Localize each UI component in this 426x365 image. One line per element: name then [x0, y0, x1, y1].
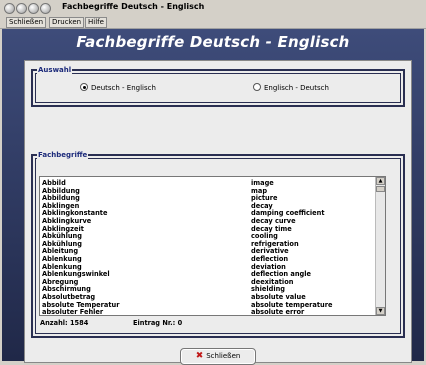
fachbegriffe-label: Fachbegriffe	[37, 151, 89, 160]
radio-englisch-deutsch[interactable]: Englisch - Deutsch	[253, 83, 329, 93]
entry-label: Eintrag Nr.: 0	[133, 319, 183, 327]
scroll-up-icon[interactable]: ▲	[376, 177, 385, 185]
window-menu-button[interactable]	[40, 3, 51, 14]
close-x-icon: ✖	[195, 351, 204, 361]
auswahl-group: Auswahl Deutsch - Englisch Englisch - De…	[31, 66, 405, 107]
content-panel: Auswahl Deutsch - Englisch Englisch - De…	[24, 60, 412, 365]
menu-hilfe[interactable]: Hilfe	[85, 17, 107, 28]
list-item[interactable]: absoluter Fehler absolute error	[40, 308, 376, 316]
scroll-thumb[interactable]	[376, 186, 385, 192]
list-scrollbar[interactable]: ▲ ▼	[375, 177, 385, 315]
window-maximize-button[interactable]	[28, 3, 39, 14]
radio-selected-icon	[80, 83, 88, 91]
radio-label: Englisch - Deutsch	[264, 84, 329, 92]
menu-bar: Schließen Drucken Hilfe	[0, 16, 426, 29]
radio-deutsch-englisch[interactable]: Deutsch - Englisch	[80, 83, 156, 93]
close-button[interactable]: ✖ Schließen	[180, 348, 256, 365]
title-bar: Fachbegriffe Deutsch - Englisch	[0, 0, 426, 16]
menu-schliessen[interactable]: Schließen	[6, 17, 47, 28]
close-button-label: Schließen	[206, 352, 241, 360]
menu-drucken[interactable]: Drucken	[49, 17, 85, 28]
count-label: Anzahl: 1584	[40, 319, 89, 327]
term-english: absolute error	[251, 308, 305, 316]
term-german: absoluter Fehler	[42, 308, 104, 316]
term-list[interactable]: Abbild image Abbildung map Abbildung picture A…	[39, 176, 386, 316]
radio-unselected-icon	[253, 83, 261, 91]
radio-label: Deutsch - Englisch	[91, 84, 156, 92]
scroll-down-icon[interactable]: ▼	[376, 307, 385, 315]
page-title: Fachbegriffe Deutsch - Englisch	[76, 33, 350, 51]
window-close-button[interactable]	[4, 3, 15, 14]
window-title: Fachbegriffe Deutsch - Englisch	[62, 2, 205, 11]
auswahl-label: Auswahl	[37, 66, 73, 75]
main-area: Fachbegriffe Deutsch - Englisch Auswahl …	[2, 29, 424, 365]
window-minimize-button[interactable]	[16, 3, 27, 14]
fachbegriffe-group: Fachbegriffe Abbild image Abbildung map Abbi…	[31, 151, 405, 338]
